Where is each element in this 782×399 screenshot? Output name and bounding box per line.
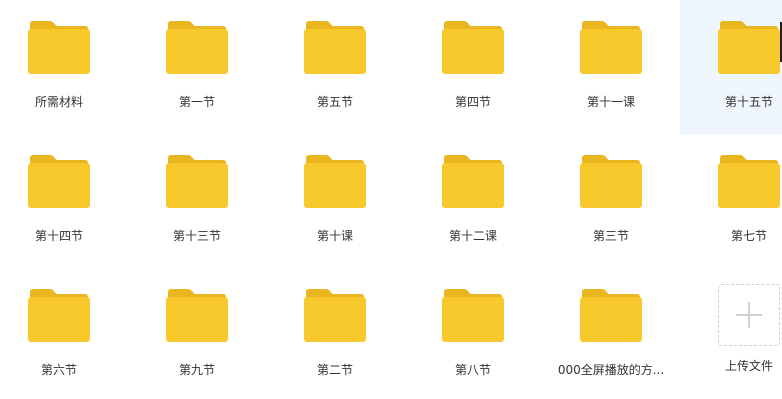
folder-icon bbox=[28, 289, 90, 342]
folder-item[interactable]: 第五节 bbox=[266, 0, 404, 134]
folder-item[interactable]: 第九节 bbox=[128, 268, 266, 399]
folder-name: 第十三节 bbox=[172, 229, 221, 243]
folder-name: 第六节 bbox=[40, 363, 77, 377]
folder-name: 所需材料 bbox=[34, 95, 83, 109]
folder-icon bbox=[580, 21, 642, 74]
plus-icon bbox=[736, 302, 762, 328]
folder-item[interactable]: 第十五节 bbox=[680, 0, 782, 134]
folder-icon bbox=[442, 289, 504, 342]
folder-icon bbox=[304, 21, 366, 74]
folder-name: 第十一课 bbox=[586, 95, 635, 109]
folder-icon bbox=[580, 289, 642, 342]
folder-item[interactable]: 第二节 bbox=[266, 268, 404, 399]
folder-item[interactable]: 第七节 bbox=[680, 134, 782, 268]
upload-file-button[interactable]: 上传文件 bbox=[680, 268, 782, 399]
folder-name: 第十二课 bbox=[448, 229, 497, 243]
folder-name: 第十四节 bbox=[34, 229, 83, 243]
folder-item[interactable]: 所需材料 bbox=[0, 0, 128, 134]
folder-item[interactable]: 第十三节 bbox=[128, 134, 266, 268]
folder-item[interactable]: 第四节 bbox=[404, 0, 542, 134]
folder-icon bbox=[718, 21, 780, 74]
folder-name: 第一节 bbox=[178, 95, 215, 109]
upload-box[interactable] bbox=[718, 284, 780, 346]
folder-name: 000全屏播放的方... bbox=[557, 363, 665, 377]
folder-icon bbox=[718, 155, 780, 208]
folder-item[interactable]: 第十四节 bbox=[0, 134, 128, 268]
upload-label: 上传文件 bbox=[724, 359, 773, 373]
folder-item[interactable]: 第十一课 bbox=[542, 0, 680, 134]
folder-icon bbox=[442, 155, 504, 208]
folder-item[interactable]: 第六节 bbox=[0, 268, 128, 399]
folder-name: 第十五节 bbox=[724, 95, 773, 109]
file-grid: 所需材料 第一节 第五节 第四节 第十一课 第十五节 第十四节 第十三节 第十课… bbox=[0, 0, 782, 399]
folder-name: 第十课 bbox=[316, 229, 353, 243]
folder-icon bbox=[28, 21, 90, 74]
folder-item[interactable]: 第十二课 bbox=[404, 134, 542, 268]
folder-icon bbox=[28, 155, 90, 208]
folder-name: 第三节 bbox=[592, 229, 629, 243]
folder-name: 第五节 bbox=[316, 95, 353, 109]
folder-name: 第九节 bbox=[178, 363, 215, 377]
folder-icon bbox=[304, 289, 366, 342]
folder-icon bbox=[166, 155, 228, 208]
folder-icon bbox=[580, 155, 642, 208]
folder-icon bbox=[166, 21, 228, 74]
folder-item[interactable]: 000全屏播放的方... bbox=[542, 268, 680, 399]
folder-name: 第二节 bbox=[316, 363, 353, 377]
folder-item[interactable]: 第一节 bbox=[128, 0, 266, 134]
folder-item[interactable]: 第三节 bbox=[542, 134, 680, 268]
folder-item[interactable]: 第十课 bbox=[266, 134, 404, 268]
folder-icon bbox=[442, 21, 504, 74]
folder-name: 第八节 bbox=[454, 363, 491, 377]
folder-name: 第四节 bbox=[454, 95, 491, 109]
folder-item[interactable]: 第八节 bbox=[404, 268, 542, 399]
folder-name: 第七节 bbox=[730, 229, 767, 243]
folder-icon bbox=[304, 155, 366, 208]
folder-icon bbox=[166, 289, 228, 342]
